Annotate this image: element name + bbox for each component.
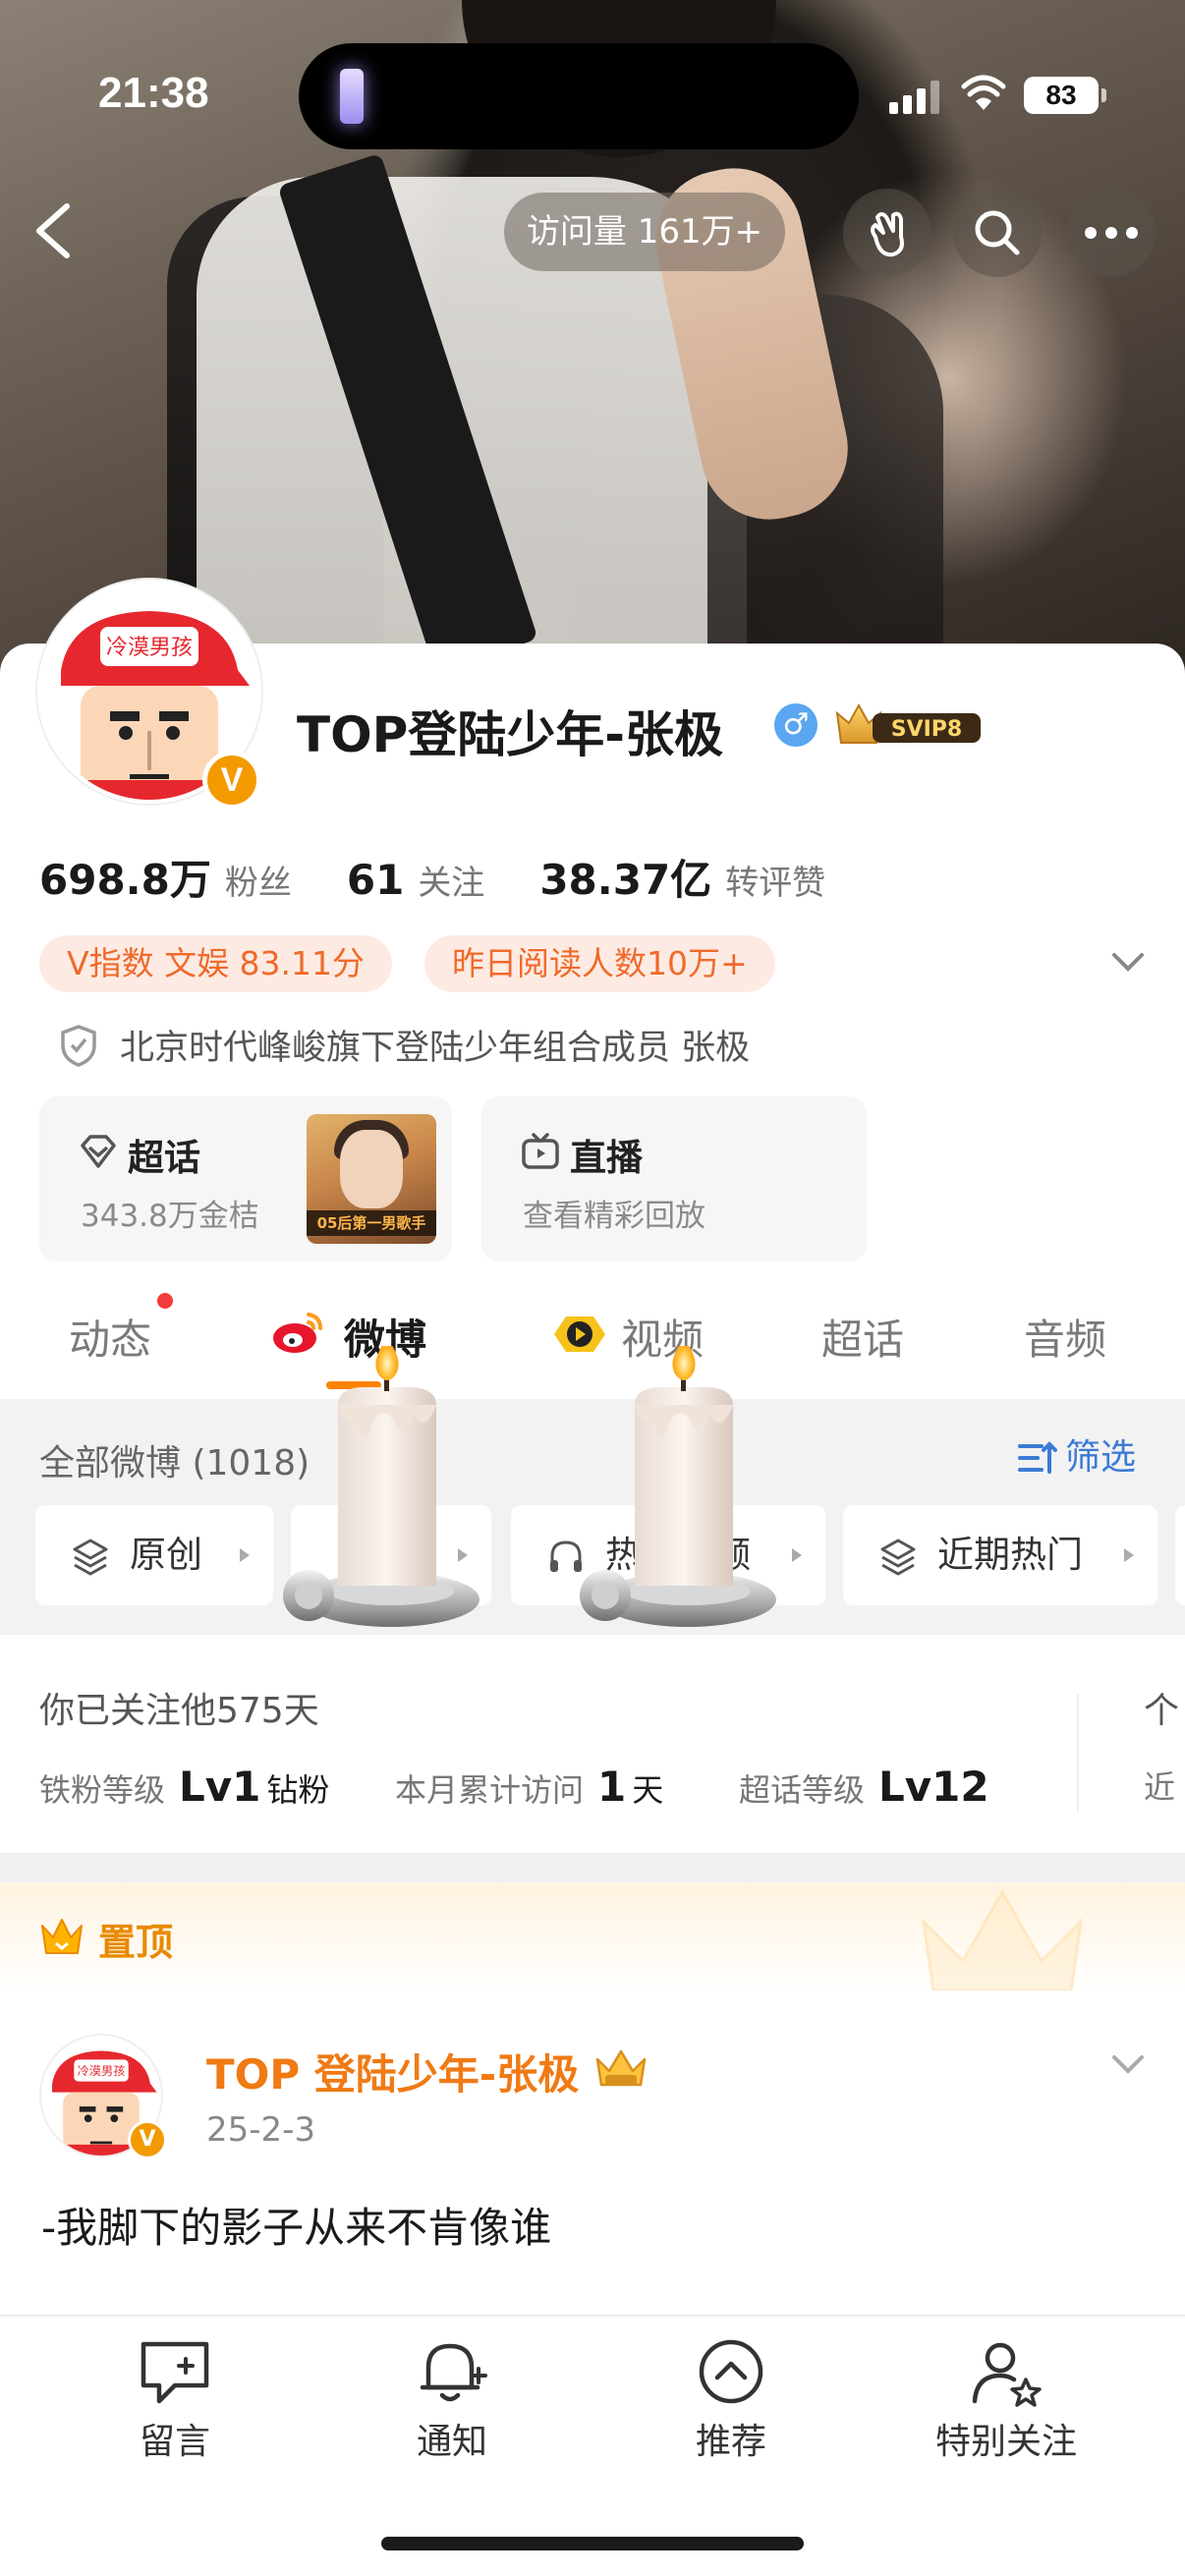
tab-audio[interactable]: 音频 <box>1024 1307 1106 1367</box>
recommend-button[interactable]: 推荐 <box>633 2336 829 2464</box>
chevron-up-circle-icon <box>699 2339 763 2404</box>
followers-label[interactable]: 粉丝 <box>225 856 292 904</box>
chaohua-subtitle: 343.8万金桔 <box>81 1199 259 1234</box>
layers-icon <box>73 1539 108 1576</box>
more-dots-icon <box>1085 227 1138 239</box>
v-index-tag[interactable]: V指数 文娱 83.11分 <box>39 935 393 992</box>
search-button[interactable] <box>953 189 1042 277</box>
live-title: 直播 <box>570 1137 643 1179</box>
profile-stats: 698.8万 粉丝 61 关注 38.37亿 转评赞 <box>39 847 880 907</box>
flashlight-icon <box>340 69 364 124</box>
chevron-down-icon[interactable] <box>1108 2049 1148 2079</box>
chip-recent-hot-label: 近期热门 <box>937 1534 1083 1576</box>
chip-arrow <box>240 1548 250 1562</box>
candle-sticker-icon <box>283 1346 480 1627</box>
filter-button[interactable]: 筛选 <box>1065 1428 1136 1480</box>
user-star-icon <box>972 2342 1042 2407</box>
message-label: 留言 <box>139 2422 210 2462</box>
chaohua-level: 超话等级 Lv12 <box>739 1763 989 1811</box>
chip-recent-hot[interactable]: 近期热门 <box>843 1505 1157 1605</box>
follow-info-card[interactable]: 你已关注他575天 铁粉等级 Lv1 钻粉 本月累计访问 1 天 超话等级 Lv… <box>0 1635 1185 1853</box>
shield-icon <box>61 1024 96 1067</box>
male-gender-icon: ♂ <box>774 703 818 747</box>
svg-text:SVIP8: SVIP8 <box>891 717 963 742</box>
filter-icon <box>1018 1441 1057 1474</box>
svip-crown-icon <box>595 2049 647 2087</box>
partial-card-row: 近 <box>1144 1768 1176 1806</box>
crown-icon <box>41 1919 83 1954</box>
follow-duration: 你已关注他575天 <box>39 1691 319 1731</box>
notify-label: 通知 <box>416 2422 487 2462</box>
comment-icon <box>141 2341 209 2404</box>
verification-line[interactable]: 北京时代峰峻旗下登陆少年组合成员 张极 <box>59 1020 750 1070</box>
chaohua-card[interactable]: 超话 343.8万金桔 05后第一男歌手 <box>39 1096 452 1261</box>
chaohua-thumbnail: 05后第一男歌手 <box>307 1114 436 1244</box>
chip-original[interactable]: 原创 <box>35 1505 273 1605</box>
dynamic-island <box>299 43 859 149</box>
following-count[interactable]: 61 <box>347 856 404 904</box>
chaohua-title: 超话 <box>128 1137 200 1179</box>
readers-tag[interactable]: 昨日阅读人数10万+ <box>424 935 775 992</box>
iron-fan-level: 铁粉等级 Lv1 钻粉 <box>39 1763 330 1811</box>
chip-arrow <box>1124 1548 1134 1562</box>
pinned-label: 置顶 <box>98 1921 174 1964</box>
engagement-label: 转评赞 <box>725 864 826 903</box>
following-label[interactable]: 关注 <box>418 856 484 904</box>
cellular-signal-icon <box>889 81 940 114</box>
divider <box>1077 1694 1079 1812</box>
notification-dot <box>157 1293 173 1309</box>
engagement-count: 38.37亿 <box>539 856 712 904</box>
special-follow-label: 特别关注 <box>934 2422 1077 2462</box>
verification-text: 北京时代峰峻旗下登陆少年组合成员 张极 <box>120 1029 751 1068</box>
battery-indicator: 83 <box>1024 77 1106 114</box>
tv-icon <box>522 1133 559 1169</box>
post-author-name[interactable]: TOP 登陆少年-张极 <box>206 2042 579 2101</box>
live-subtitle: 查看精彩回放 <box>523 1199 705 1234</box>
crown-watermark-icon <box>921 1888 1084 1990</box>
notify-button[interactable]: 通知 <box>354 2336 550 2464</box>
svip-crown-badge[interactable]: SVIP8 <box>833 700 988 751</box>
pinned-header: 置顶 <box>0 1882 1185 1990</box>
tab-chaohua[interactable]: 超话 <box>821 1307 904 1367</box>
greeting-hand-button[interactable] <box>843 189 931 277</box>
section-gap <box>0 1853 1185 1882</box>
special-follow-button[interactable]: 特别关注 <box>908 2336 1104 2464</box>
post-text[interactable]: -我脚下的影子从来不肯像谁 <box>41 2195 551 2255</box>
search-icon <box>975 210 1020 255</box>
bell-icon <box>420 2343 487 2402</box>
monthly-visits: 本月累计访问 1 天 <box>395 1763 664 1811</box>
hand-icon <box>871 211 904 257</box>
followers-count[interactable]: 698.8万 <box>39 847 211 907</box>
back-arrow-icon[interactable] <box>24 196 83 265</box>
verified-v-badge: V <box>202 751 261 810</box>
candle-sticker-icon <box>580 1346 776 1627</box>
home-indicator[interactable] <box>381 2537 804 2550</box>
more-button[interactable] <box>1067 189 1156 277</box>
diamond-icon <box>81 1135 116 1168</box>
svg-text:冷漠男孩: 冷漠男孩 <box>78 2064 126 2078</box>
chevron-down-icon[interactable] <box>1108 947 1148 977</box>
visit-count-pill[interactable]: 访问量 161万+ <box>504 193 785 271</box>
chip-arrow <box>792 1548 802 1562</box>
partial-card-title: 个 <box>1144 1691 1180 1731</box>
recommend-label: 推荐 <box>695 2422 766 2462</box>
verified-v-badge: V <box>128 2120 167 2159</box>
tab-dongtai[interactable]: 动态 <box>69 1307 151 1367</box>
chip-partial[interactable] <box>1175 1505 1185 1605</box>
chip-original-label: 原创 <box>130 1534 202 1576</box>
thumbnail-caption: 05后第一男歌手 <box>307 1210 436 1236</box>
live-card[interactable]: 直播 查看精彩回放 <box>481 1096 867 1261</box>
profile-username: TOP登陆少年-张极 <box>297 706 724 763</box>
layers-icon <box>880 1539 916 1576</box>
wifi-icon <box>961 75 1006 110</box>
message-button[interactable]: 留言 <box>77 2336 273 2464</box>
status-time: 21:38 <box>98 69 209 117</box>
post-date: 25-2-3 <box>206 2110 316 2150</box>
svg-text:冷漠男孩: 冷漠男孩 <box>106 636 193 660</box>
